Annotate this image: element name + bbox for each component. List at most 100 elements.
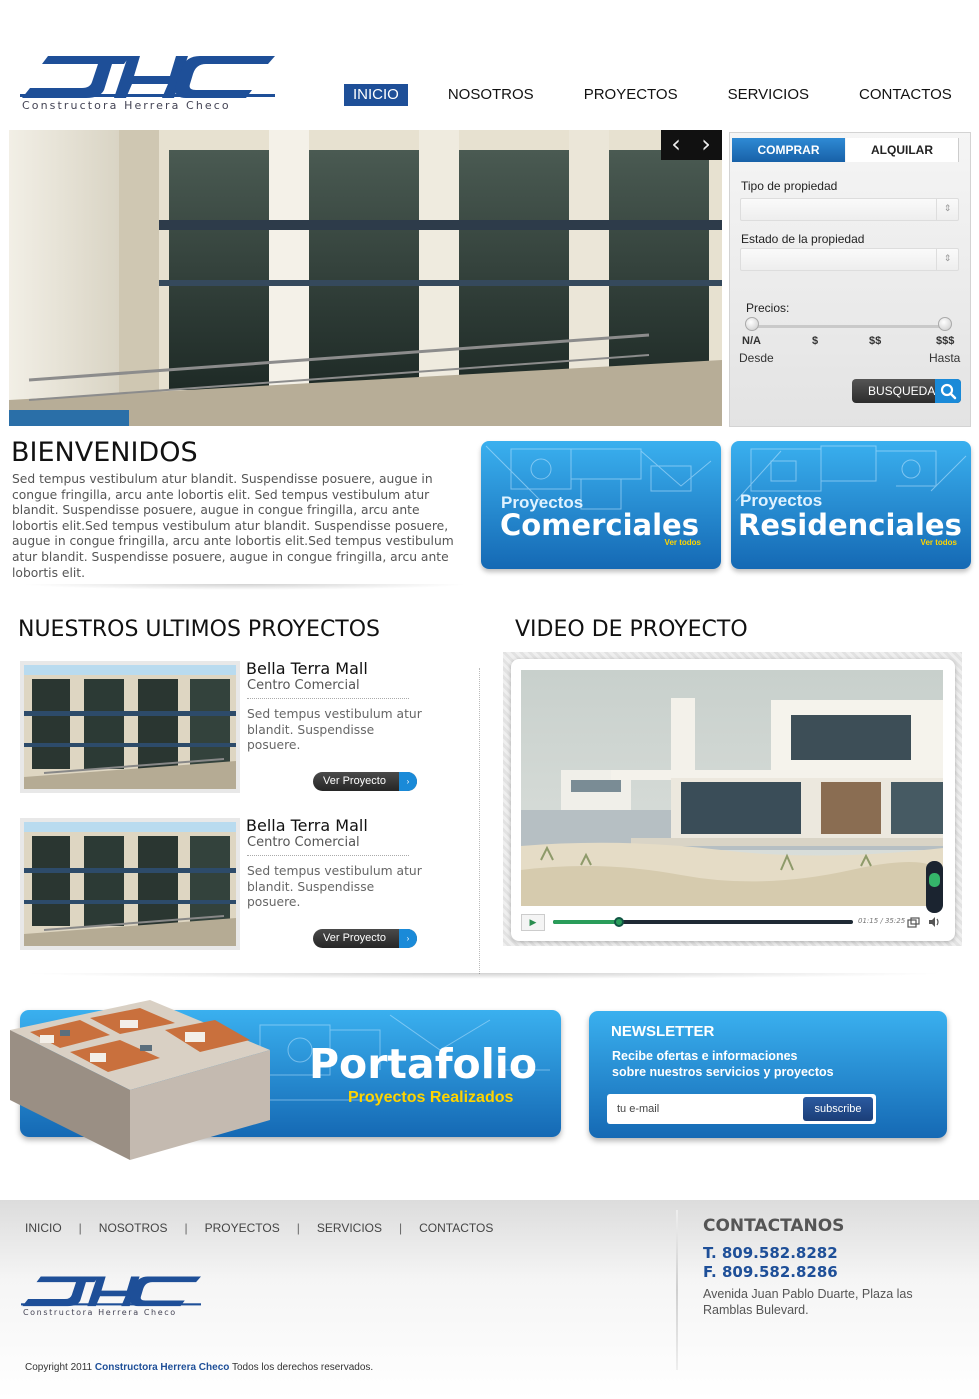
search-button[interactable]: BUSQUEDA (852, 379, 961, 403)
footer-nav-proyectos[interactable]: PROYECTOS (205, 1221, 280, 1235)
project-divider (247, 855, 409, 856)
logo-text: Constructora Herrera Checo (22, 99, 231, 112)
view-project-label: Ver Proyecto (323, 775, 386, 787)
chevron-right-icon[interactable]: › (691, 130, 721, 160)
chevron-left-icon[interactable]: ‹ (661, 130, 691, 160)
contact-title: CONTACTANOS (703, 1216, 845, 1236)
nav-item-inicio[interactable]: INICIO (344, 84, 408, 106)
property-state-label: Estado de la propiedad (741, 232, 865, 246)
price-from-label: Desde (739, 351, 774, 365)
copyright: Copyright 2011 Constructora Herrera Chec… (25, 1362, 373, 1373)
project-type: Centro Comercial (247, 835, 360, 850)
video-progress-bar[interactable] (553, 917, 853, 927)
hero-slider-image (9, 130, 722, 426)
footer-nav-contactos[interactable]: CONTACTOS (419, 1221, 493, 1235)
welcome-title: BIENVENIDOS (11, 437, 198, 468)
project-thumbnail[interactable] (20, 661, 240, 793)
arrow-right-icon: › (399, 772, 417, 791)
footer-nav-separator: | (78, 1221, 82, 1235)
prices-label: Precios: (746, 301, 790, 315)
project-type: Centro Comercial (247, 678, 360, 693)
promo-commercial-big: Comerciales (500, 508, 699, 542)
footer-nav-servicios[interactable]: SERVICIOS (317, 1221, 382, 1235)
portfolio-subtitle: Proyectos Realizados (348, 1089, 514, 1106)
tab-alquilar[interactable]: ALQUILAR (846, 138, 959, 162)
footer-nav-separator: | (399, 1221, 403, 1235)
footer-logo-text: Constructora Herrera Checo (23, 1308, 177, 1317)
price-level-na: N/A (742, 335, 761, 347)
select-arrows-icon: ⇕ (936, 199, 958, 220)
tab-comprar[interactable]: COMPRAR (732, 138, 845, 162)
property-state-select[interactable]: ⇕ (740, 248, 959, 271)
price-level-2: $$ (869, 335, 882, 347)
copyright-prefix: Copyright 2011 (25, 1362, 93, 1373)
volume-icon[interactable] (928, 916, 942, 928)
video-progress-fill (553, 920, 619, 924)
nav-item-nosotros[interactable]: NOSOTROS (448, 84, 534, 106)
footer-logo[interactable] (21, 1275, 201, 1309)
footer-nav-inicio[interactable]: INICIO (25, 1221, 62, 1235)
property-search-panel: COMPRAR ALQUILAR Tipo de propiedad ⇕ Est… (729, 132, 971, 427)
footer-nav-nosotros[interactable]: NOSOTROS (99, 1221, 168, 1235)
search-icon (935, 379, 961, 403)
portfolio-title: Portafolio (309, 1040, 537, 1088)
promo-residential-big: Residenciales (738, 508, 962, 542)
promo-residential-link[interactable]: Ver todos (921, 538, 957, 547)
nav-item-contactos[interactable]: CONTACTOS (859, 84, 952, 106)
video-screen[interactable] (521, 670, 943, 906)
contact-phone: T. 809.582.8282 (703, 1244, 838, 1262)
copyright-brand: Constructora Herrera Checo (94, 1362, 230, 1373)
property-type-select[interactable]: ⇕ (740, 198, 959, 221)
promo-residential-projects[interactable]: Proyectos Residenciales Ver todos (731, 441, 971, 569)
house-3d-illustration (10, 1000, 270, 1160)
newsletter-line-1: Recibe ofertas e informaciones (612, 1049, 798, 1063)
play-icon[interactable]: ▶ (521, 914, 545, 931)
main-nav: INICIO NOSOTROS PROYECTOS SERVICIOS CONT… (344, 84, 979, 106)
video-progress-handle[interactable] (614, 917, 624, 927)
footer-nav: INICIO | NOSOTROS | PROYECTOS | SERVICIO… (25, 1221, 493, 1235)
volume-slider[interactable] (926, 861, 943, 913)
newsletter-line-2: sobre nuestros servicios y proyectos (612, 1065, 834, 1079)
newsletter-text: Recibe ofertas e informaciones sobre nue… (612, 1048, 892, 1080)
volume-slider-handle[interactable] (929, 873, 940, 887)
nav-item-proyectos[interactable]: PROYECTOS (584, 84, 678, 106)
contact-fax: F. 809.582.8286 (703, 1263, 838, 1281)
hero-slider-controls: ‹ › (661, 130, 722, 160)
email-input[interactable] (611, 1097, 803, 1121)
footer-nav-separator: | (184, 1221, 188, 1235)
price-slider-track[interactable] (751, 325, 946, 328)
promo-commercial-link[interactable]: Ver todos (665, 538, 701, 547)
price-level-1: $ (812, 335, 819, 347)
property-type-label: Tipo de propiedad (741, 179, 838, 193)
select-arrows-icon: ⇕ (936, 249, 958, 270)
section-divider (20, 584, 470, 590)
subscribe-button[interactable]: subscribe (803, 1097, 873, 1121)
footer-divider (676, 1210, 678, 1370)
footer-nav-separator: | (296, 1221, 300, 1235)
project-name: Bella Terra Mall (246, 659, 368, 678)
copyright-suffix: Todos los derechos reservados. (231, 1362, 374, 1373)
project-divider (247, 698, 409, 699)
price-to-label: Hasta (929, 351, 961, 365)
contact-address: Avenida Juan Pablo Duarte, Plaza las Ram… (703, 1287, 913, 1317)
view-project-label: Ver Proyecto (323, 932, 386, 944)
company-logo[interactable] (20, 54, 275, 102)
price-slider-min-handle[interactable] (745, 317, 759, 331)
video-time: 01:15 / 35:25 (858, 917, 906, 925)
price-slider-max-handle[interactable] (938, 317, 952, 331)
section-divider (20, 973, 950, 979)
view-project-button[interactable]: Ver Proyecto › (313, 929, 417, 948)
fullscreen-icon[interactable] (907, 917, 921, 929)
project-description: Sed tempus vestibulum atur blandit. Susp… (247, 707, 422, 753)
project-thumbnail[interactable] (20, 818, 240, 950)
welcome-text: Sed tempus vestibulum atur blandit. Susp… (12, 472, 454, 580)
column-divider (479, 668, 480, 974)
search-button-label: BUSQUEDA (868, 384, 936, 398)
newsletter-title: NEWSLETTER (611, 1023, 715, 1040)
view-project-button[interactable]: Ver Proyecto › (313, 772, 417, 791)
newsletter-form: subscribe (607, 1094, 876, 1124)
nav-item-servicios[interactable]: SERVICIOS (728, 84, 809, 106)
latest-projects-title: NUESTROS ULTIMOS PROYECTOS (18, 617, 381, 642)
promo-commercial-projects[interactable]: Proyectos Comerciales Ver todos (481, 441, 721, 569)
arrow-right-icon: › (399, 929, 417, 948)
